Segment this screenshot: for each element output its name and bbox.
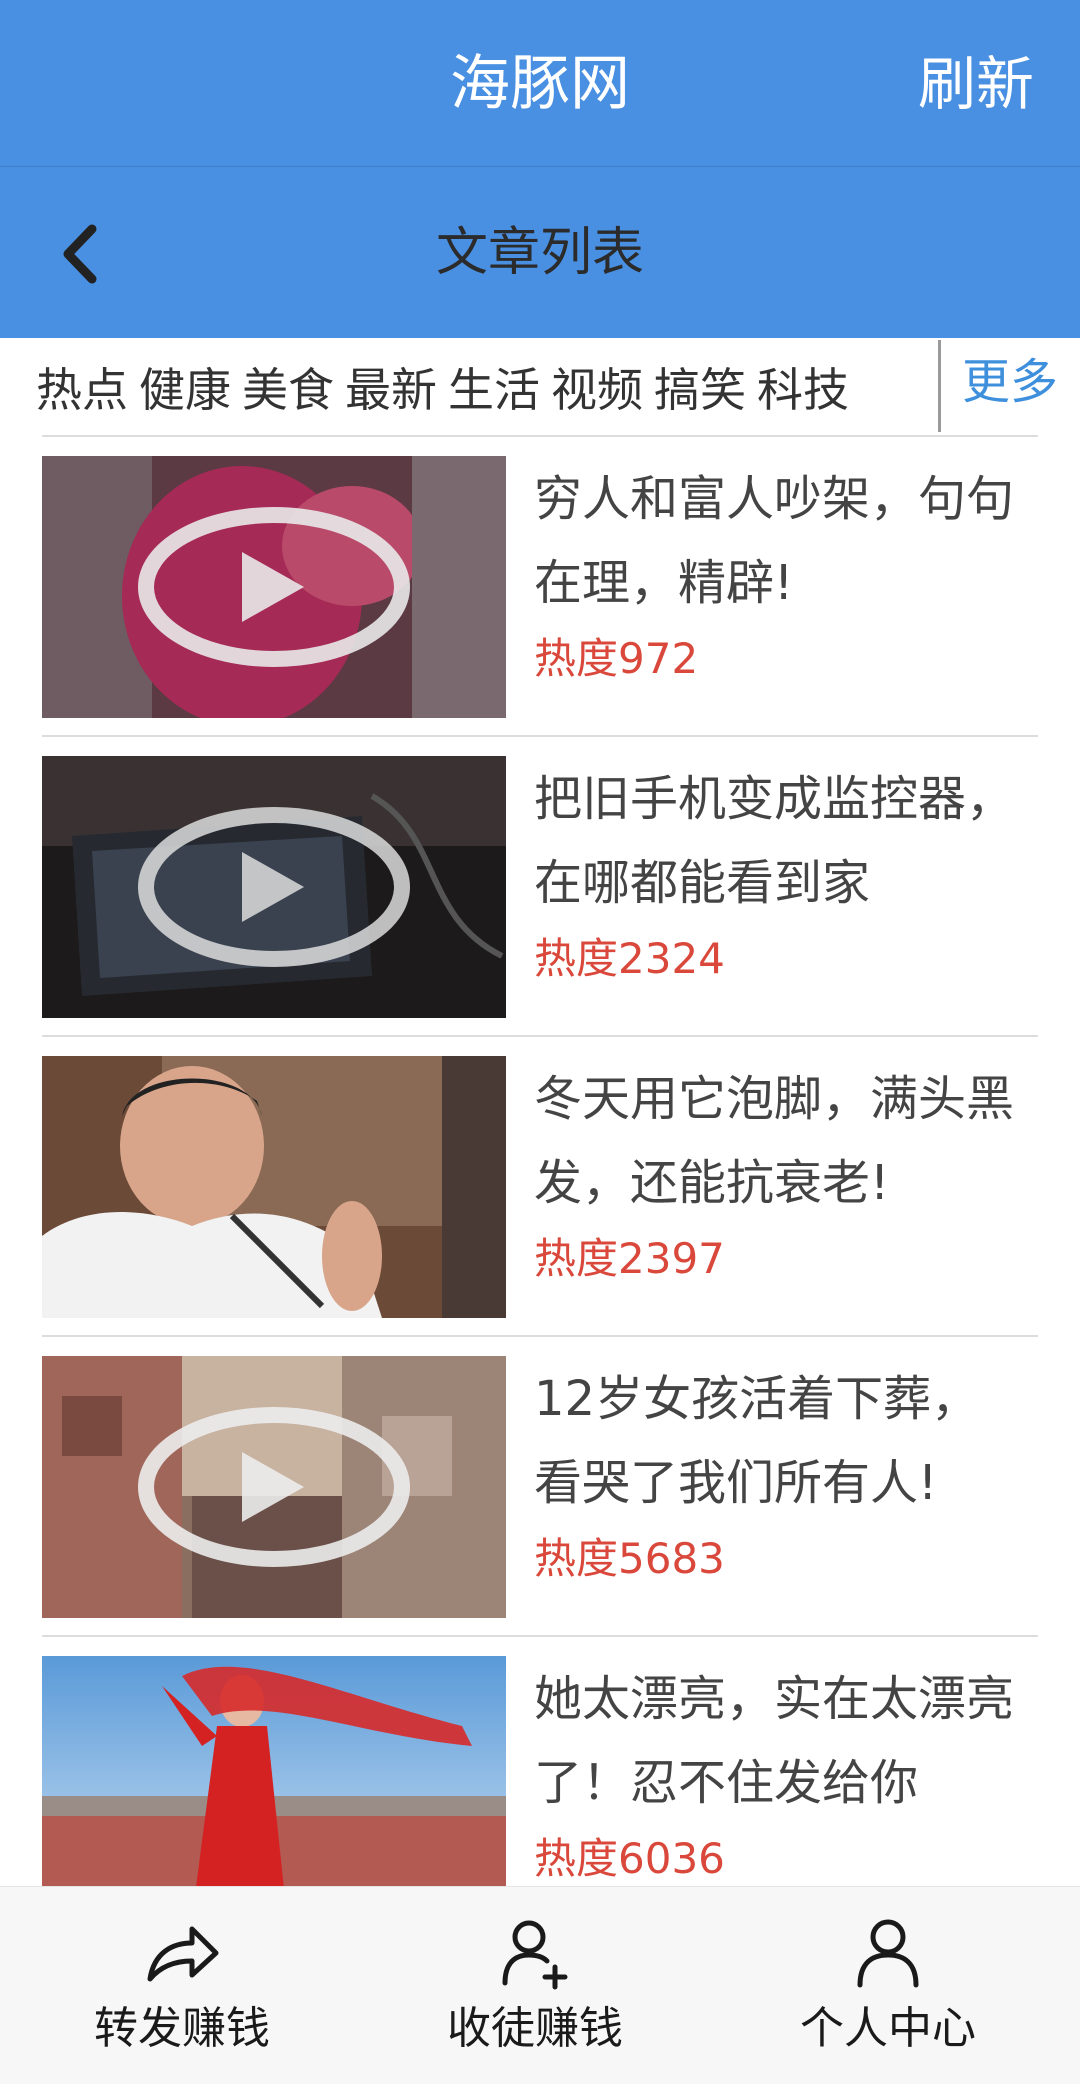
article-item[interactable]: 穷人和富人吵架，句句在理，精辟! 热度972 <box>42 437 1038 737</box>
article-item[interactable]: 把旧手机变成监控器，在哪都能看到家 热度2324 <box>42 737 1038 1037</box>
category-tab[interactable]: 最新 <box>345 354 437 420</box>
page-header: 文章列表 <box>0 166 1080 338</box>
heat-count: 热度2324 <box>534 934 725 983</box>
heat-count: 热度972 <box>534 634 699 683</box>
article-thumbnail[interactable] <box>42 1656 506 1918</box>
article-title: 她太漂亮，实在太漂亮了！忍不住发给你 <box>534 1671 1015 1811</box>
more-categories-button[interactable]: 更多 <box>962 338 1058 436</box>
heat-count: 热度6036 <box>534 1834 725 1883</box>
category-tab[interactable]: 热点 <box>36 354 128 420</box>
article-title: 穷人和富人吵架，句句在理，精辟! <box>534 471 1015 611</box>
category-bar: 热点 健康 美食 最新 生活 视频 搞笑 科技 更多 <box>0 338 1080 436</box>
category-tab[interactable]: 搞笑 <box>654 354 746 420</box>
app-header: 海豚网 刷新 <box>0 0 1080 166</box>
nav-profile[interactable]: 个人中心 <box>738 1887 1038 2084</box>
nav-recruit-earn[interactable]: 收徒赚钱 <box>385 1887 685 2084</box>
nav-label: 个人中心 <box>800 2003 976 2054</box>
add-user-icon <box>502 1920 568 1990</box>
nav-share-earn[interactable]: 转发赚钱 <box>32 1887 332 2084</box>
article-thumbnail[interactable] <box>42 1056 506 1318</box>
category-divider <box>938 340 941 432</box>
article-thumbnail[interactable] <box>42 1356 506 1618</box>
category-tab[interactable]: 美食 <box>242 354 334 420</box>
article-title: 把旧手机变成监控器，在哪都能看到家 <box>534 771 1015 911</box>
refresh-button[interactable]: 刷新 <box>918 44 1034 124</box>
category-list: 热点 健康 美食 最新 生活 视频 搞笑 科技 <box>36 338 860 436</box>
heat-count: 热度2397 <box>534 1234 725 1283</box>
category-tab[interactable]: 健康 <box>139 354 231 420</box>
category-tab[interactable]: 生活 <box>448 354 540 420</box>
page-title: 文章列表 <box>435 223 644 283</box>
article-thumbnail[interactable] <box>42 456 506 718</box>
category-tab[interactable]: 视频 <box>551 354 643 420</box>
category-tab[interactable]: 科技 <box>757 354 849 420</box>
article-thumbnail[interactable] <box>42 756 506 1018</box>
nav-label: 收徒赚钱 <box>447 2003 623 2054</box>
bottom-nav: 转发赚钱 收徒赚钱 个人中心 <box>0 1886 1080 2084</box>
nav-label: 转发赚钱 <box>94 2003 270 2054</box>
article-item[interactable]: 冬天用它泡脚，满头黑发，还能抗衰老! 热度2397 <box>42 1037 1038 1337</box>
user-icon <box>857 1919 919 1988</box>
heat-count: 热度5683 <box>534 1534 725 1583</box>
article-item[interactable]: 12岁女孩活着下葬，看哭了我们所有人! 热度5683 <box>42 1337 1038 1637</box>
share-arrow-icon <box>147 1926 219 1982</box>
article-title: 12岁女孩活着下葬，看哭了我们所有人! <box>534 1371 980 1511</box>
article-title: 冬天用它泡脚，满头黑发，还能抗衰老! <box>534 1071 1015 1211</box>
